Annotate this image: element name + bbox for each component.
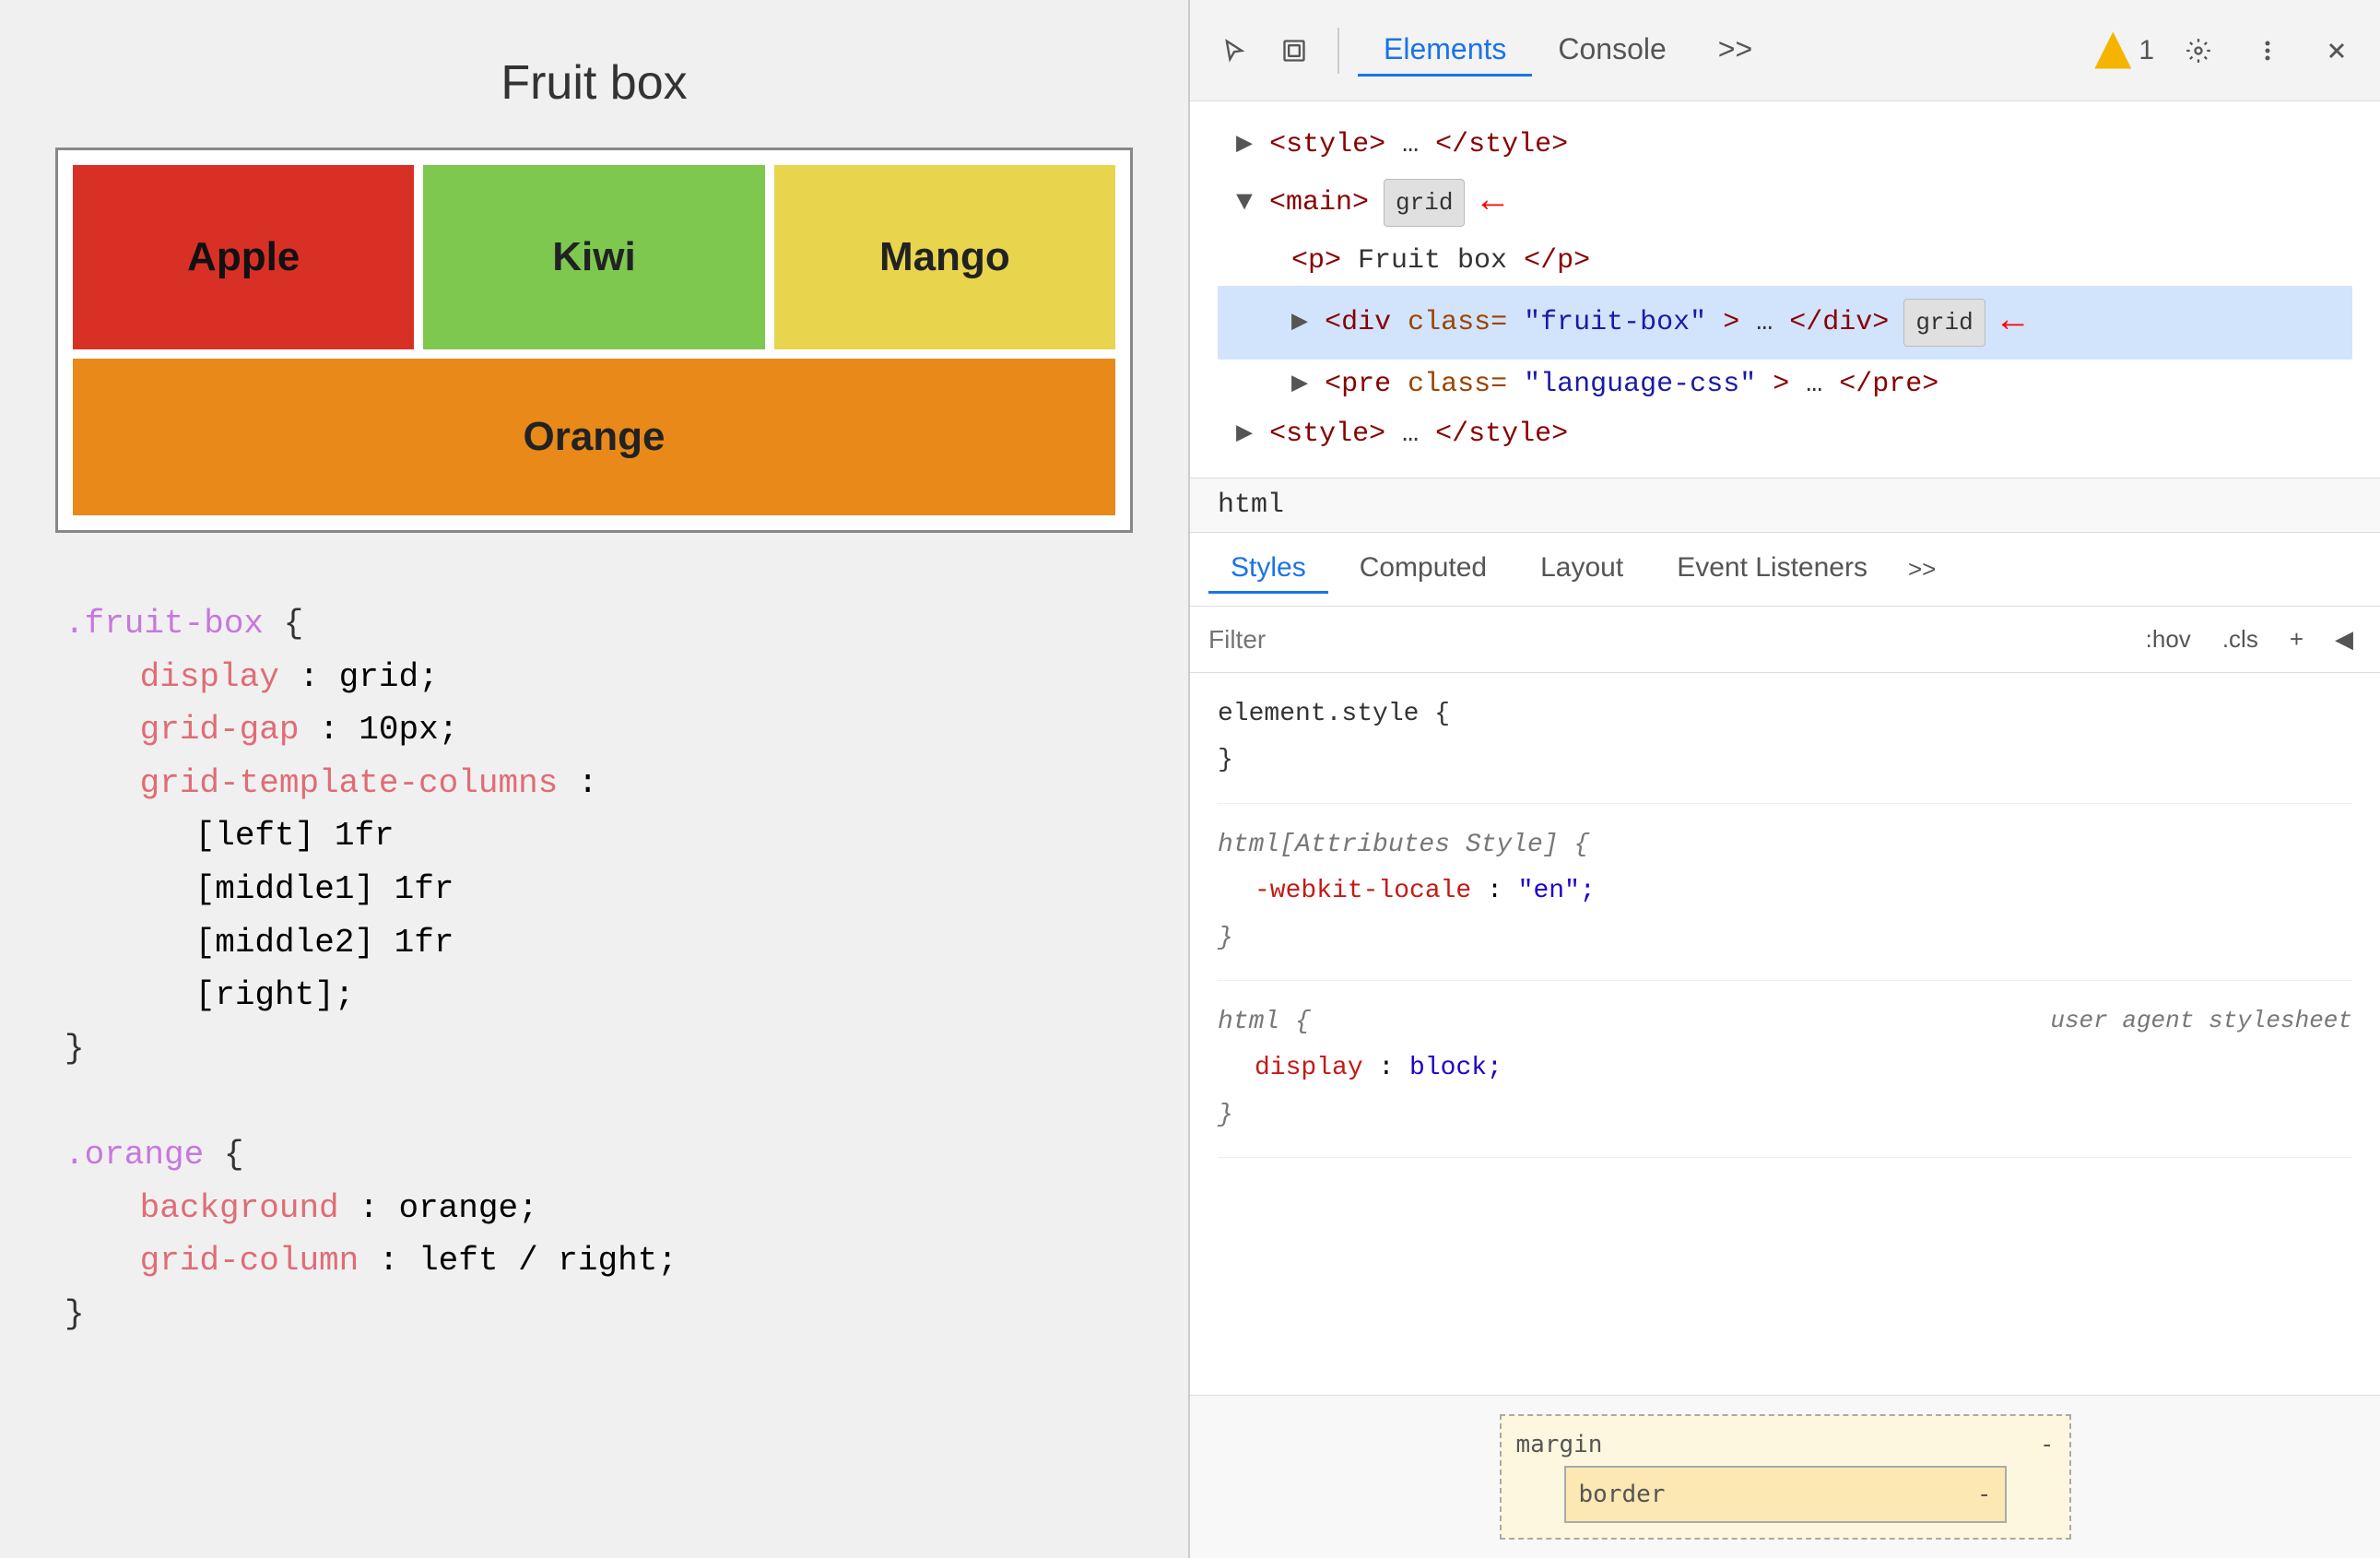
cls-button[interactable]: .cls: [2214, 620, 2267, 658]
dom-badge-fruit-box: grid: [1903, 299, 1985, 348]
html-breadcrumb: html: [1190, 478, 2380, 533]
tab-console[interactable]: Console: [1532, 25, 1691, 77]
style-property-line: display : block;: [1255, 1045, 2352, 1092]
fruit-box-container: Apple Kiwi Mango Orange: [55, 148, 1133, 533]
toolbar-right: 1: [2094, 25, 2362, 76]
close-icon[interactable]: [2311, 25, 2362, 76]
red-arrow-div: ←: [2002, 289, 2024, 356]
tab-more[interactable]: >>: [1692, 25, 1778, 77]
code-property: grid-column: [140, 1242, 359, 1280]
devtools-toolbar: Elements Console >> 1: [1190, 0, 2380, 101]
style-selector-line: element.style {: [1218, 691, 2352, 738]
code-line: [left] 1fr: [65, 809, 1124, 863]
code-selector: .orange: [65, 1136, 204, 1174]
styles-content: element.style { } html[Attributes Style]…: [1190, 673, 2380, 1395]
warning-count: 1: [2138, 35, 2154, 66]
red-arrow-main: ←: [1481, 170, 1503, 236]
devtools-panel: Elements Console >> 1: [1190, 0, 2380, 1558]
code-line: [middle2] 1fr: [65, 916, 1124, 970]
breadcrumb-text: html: [1218, 490, 1284, 521]
code-line: }: [65, 1288, 1124, 1341]
inspector-icon[interactable]: [1268, 25, 1319, 76]
fruit-grid: Apple Kiwi Mango Orange: [73, 165, 1115, 515]
style-property-line: -webkit-locale : "en";: [1255, 868, 2352, 915]
browser-content-panel: Fruit box Apple Kiwi Mango Orange .fruit…: [0, 0, 1190, 1558]
style-selector-line: html[Attributes Style] {: [1218, 822, 2352, 868]
code-line: grid-gap : 10px;: [65, 703, 1124, 757]
fruit-apple: Apple: [73, 165, 414, 349]
code-line: [middle1] 1fr: [65, 863, 1124, 916]
margin-label: margin: [1516, 1431, 1603, 1458]
add-button[interactable]: +: [2281, 620, 2312, 658]
style-block-html-ua: html { user agent stylesheet display : b…: [1218, 999, 2352, 1158]
margin-value: -: [2040, 1431, 2055, 1458]
toolbar-divider: [1337, 28, 1339, 74]
styles-tabs: Styles Computed Layout Event Listeners >…: [1190, 533, 2380, 607]
code-property: grid-template-columns: [140, 764, 559, 802]
style-closing: }: [1218, 738, 2352, 784]
dom-badge-grid: grid: [1384, 179, 1465, 228]
code-line: [right];: [65, 969, 1124, 1022]
code-line: display : grid;: [65, 651, 1124, 704]
border-label: border: [1579, 1481, 1666, 1508]
code-line: .fruit-box {: [65, 597, 1124, 651]
code-selector: .fruit-box: [65, 605, 264, 643]
tab-layout[interactable]: Layout: [1518, 545, 1645, 594]
fruit-orange: Orange: [73, 359, 1115, 515]
tab-styles[interactable]: Styles: [1208, 545, 1328, 594]
code-line: .orange {: [65, 1128, 1124, 1182]
dom-line: <p> Fruit box </p>: [1218, 236, 2352, 286]
warning-badge: 1: [2094, 32, 2154, 69]
warning-icon: [2094, 32, 2131, 69]
more-icon[interactable]: [2242, 25, 2292, 76]
dom-line: ▶ <pre class= "language-css" > … </pre>: [1218, 360, 2352, 409]
style-block-element: element.style { }: [1218, 691, 2352, 804]
tab-event-listeners[interactable]: Event Listeners: [1655, 545, 1890, 594]
dom-tree: ▶ <style> … </style> ▼ <main> grid ← <p>…: [1190, 101, 2380, 478]
box-model-area: margin - border -: [1190, 1395, 2380, 1558]
border-value: -: [1977, 1481, 1992, 1508]
filter-bar: :hov .cls + ◀: [1190, 607, 2380, 673]
code-line: }: [65, 1022, 1124, 1076]
toolbar-tabs: Elements Console >>: [1358, 25, 2085, 77]
tab-computed[interactable]: Computed: [1337, 545, 1509, 594]
dom-line-selected[interactable]: ▶ <div class= "fruit-box" > … </div> gri…: [1218, 286, 2352, 360]
box-border: border -: [1564, 1466, 2007, 1523]
code-line: grid-template-columns :: [65, 757, 1124, 810]
code-brace: {: [284, 605, 304, 643]
code-property: grid-gap: [140, 711, 300, 749]
style-block-html-attr: html[Attributes Style] { -webkit-locale …: [1218, 822, 2352, 981]
dom-line: ▶ <style> … </style>: [1218, 120, 2352, 170]
code-line: background : orange;: [65, 1182, 1124, 1235]
style-closing: }: [1218, 1092, 2352, 1139]
style-selector-line: html { user agent stylesheet: [1218, 999, 2352, 1045]
code-property: display: [140, 658, 279, 696]
css-code-display: .fruit-box { display : grid; grid-gap : …: [55, 579, 1133, 1359]
style-source: user agent stylesheet: [2050, 999, 2352, 1045]
fruit-kiwi: Kiwi: [423, 165, 764, 349]
fruit-mango: Mango: [774, 165, 1115, 349]
code-line: grid-column : left / right;: [65, 1234, 1124, 1288]
toggle-button[interactable]: ◀: [2327, 620, 2362, 658]
hov-button[interactable]: :hov: [2138, 620, 2199, 658]
dom-line: ▼ <main> grid ←: [1218, 170, 2352, 236]
code-property: background: [140, 1189, 339, 1227]
box-margin: margin - border -: [1500, 1414, 2071, 1540]
style-closing: }: [1218, 915, 2352, 962]
tab-elements[interactable]: Elements: [1358, 25, 1532, 77]
page-title: Fruit box: [55, 55, 1133, 111]
filter-input[interactable]: [1208, 625, 2119, 655]
filter-buttons: :hov .cls + ◀: [2138, 620, 2362, 658]
tab-more-styles[interactable]: >>: [1908, 555, 1936, 584]
settings-icon[interactable]: [2173, 25, 2223, 76]
cursor-icon[interactable]: [1208, 25, 1259, 76]
dom-line: ▶ <style> … </style>: [1218, 409, 2352, 459]
